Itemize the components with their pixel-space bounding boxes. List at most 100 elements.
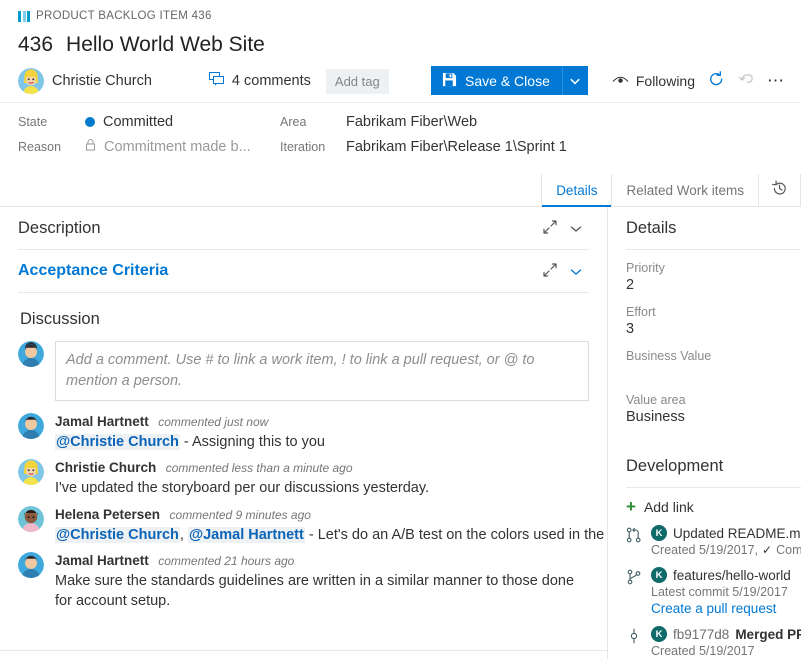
mention-link[interactable]: @Christie Church (55, 527, 180, 543)
acceptance-criteria-expand-button[interactable] (537, 258, 563, 284)
details-panel-title: Details (626, 207, 801, 250)
iteration-value: Fabrikam Fiber\Release 1\Sprint 1 (346, 139, 567, 155)
state-color-dot (85, 117, 95, 127)
work-item-title-row: 436 Hello World Web Site (18, 33, 801, 57)
dev-link-subtitle: Created 5/19/2017 (651, 644, 801, 658)
description-section-header: Description (18, 207, 589, 250)
state-field[interactable]: Committed (85, 114, 280, 130)
work-item-header: PRODUCT BACKLOG ITEM 436 436 Hello World… (0, 0, 801, 103)
tab-details-label: Details (556, 183, 597, 198)
save-and-close-button[interactable]: Save & Close (431, 66, 562, 95)
dev-link-title[interactable]: Merged PR 2: Up (735, 627, 801, 642)
work-item-title[interactable]: Hello World Web Site (66, 33, 265, 57)
comment-timestamp: commented 9 minutes ago (170, 508, 311, 522)
tab-strip: Details Related Work items (0, 174, 801, 207)
area-field[interactable]: Fabrikam Fiber\Web (346, 114, 801, 130)
right-column: Details Priority 2 Effort 3 Business Val… (608, 207, 801, 659)
chevron-down-icon (570, 264, 582, 279)
list-item[interactable]: K features/hello-world Latest commit 5/1… (626, 567, 801, 616)
avatar (18, 413, 44, 439)
check-icon: ✓ (762, 543, 772, 557)
avatar (18, 341, 44, 367)
work-item-toolbar: Save & Close Following (431, 66, 791, 95)
details-field-value-area: Value area Business (626, 393, 801, 426)
comment-timestamp: commented 21 hours ago (158, 554, 294, 568)
tab-related-work-items[interactable]: Related Work items (612, 174, 759, 206)
commit-hash: fb9177d8 (673, 627, 729, 642)
reason-label: Reason (18, 140, 85, 154)
dev-link-title[interactable]: Updated README.md (673, 526, 801, 541)
comment-text-part: I've updated the storyboard per our disc… (55, 480, 429, 496)
comment-author: Helena Petersen (55, 507, 160, 522)
comment-list: Jamal Hartnett commented just now @Chris… (18, 413, 589, 611)
dev-link-subtitle: Latest commit 5/19/2017 (651, 585, 791, 599)
chevron-down-icon (570, 221, 582, 236)
description-expand-button[interactable] (537, 215, 563, 241)
create-pull-request-link[interactable]: Create a pull request (651, 601, 791, 616)
work-item-type-label: PRODUCT BACKLOG ITEM 436 (36, 10, 212, 22)
effort-value[interactable]: 3 (626, 321, 801, 338)
comment-text-part: Make sure the standards guidelines are w… (55, 573, 574, 609)
comment-text: Make sure the standards guidelines are w… (55, 571, 589, 612)
left-column: Description Acceptance Crite (0, 207, 608, 659)
iteration-field[interactable]: Fabrikam Fiber\Release 1\Sprint 1 (346, 139, 801, 155)
expand-icon (543, 263, 557, 280)
mention-link[interactable]: @Jamal Hartnett (188, 527, 305, 543)
refresh-button[interactable] (701, 67, 731, 95)
business-value-value[interactable] (626, 365, 801, 382)
dev-link-created: Created 5/19/2017, (651, 543, 758, 557)
plus-icon: + (626, 498, 636, 515)
commit-icon (626, 626, 644, 658)
description-collapse-button[interactable] (563, 215, 589, 241)
work-item-type-row: PRODUCT BACKLOG ITEM 436 (18, 8, 801, 24)
expand-icon (543, 220, 557, 237)
add-tag-button[interactable]: Add tag (326, 69, 389, 94)
list-item: Helena Petersen commented 9 minutes ago … (18, 506, 589, 545)
value-area-label: Value area (626, 393, 801, 407)
mention-link[interactable]: @Christie Church (55, 434, 180, 450)
add-link-button[interactable]: + Add link (626, 498, 801, 515)
area-label: Area (280, 115, 346, 129)
business-value-label: Business Value (626, 349, 801, 363)
comment-text: @Christie Church, @Jamal Hartnett - Let'… (55, 525, 589, 545)
work-item-meta-row: Christie Church 4 comments Add tag (18, 68, 801, 94)
more-actions-button[interactable]: ⋯ (761, 67, 791, 95)
assigned-to-name: Christie Church (52, 73, 152, 89)
value-area-value[interactable]: Business (626, 409, 801, 426)
description-title: Description (18, 219, 537, 238)
backlog-item-icon (18, 11, 30, 22)
following-button[interactable]: Following (606, 73, 701, 89)
chevron-down-icon (570, 73, 580, 88)
save-options-dropdown[interactable] (562, 66, 588, 95)
acceptance-criteria-collapse-button[interactable] (563, 258, 589, 284)
undo-icon (738, 71, 755, 91)
priority-value[interactable]: 2 (626, 277, 801, 294)
list-item[interactable]: K fb9177d8 Merged PR 2: Up Created 5/19/… (626, 626, 801, 658)
development-panel-title: Development (626, 445, 801, 488)
acceptance-criteria-title[interactable]: Acceptance Criteria (18, 262, 537, 280)
area-value: Fabrikam Fiber\Web (346, 114, 477, 130)
tab-history[interactable] (759, 174, 801, 206)
refresh-icon (708, 71, 725, 91)
details-field-effort: Effort 3 (626, 305, 801, 338)
comment-text: I've updated the storyboard per our disc… (55, 478, 589, 498)
iteration-label: Iteration (280, 140, 346, 154)
comment-timestamp: commented just now (158, 415, 268, 429)
dev-link-subtitle: Created 5/19/2017, ✓ Comple (651, 543, 801, 557)
list-item[interactable]: K Updated README.md Created 5/19/2017, ✓… (626, 525, 801, 557)
dev-link-created: Created 5/19/2017 (651, 644, 755, 658)
comments-count-link[interactable]: 4 comments (209, 72, 311, 90)
effort-label: Effort (626, 305, 801, 319)
eye-icon (612, 73, 629, 89)
repo-badge: K (651, 626, 667, 642)
comment-timestamp: commented less than a minute ago (166, 461, 353, 475)
comment-composer: Add a comment. Use # to link a work item… (18, 341, 589, 401)
history-icon (771, 180, 788, 200)
dev-link-title[interactable]: features/hello-world (673, 568, 791, 583)
tab-details[interactable]: Details (541, 174, 612, 206)
comment-input[interactable]: Add a comment. Use # to link a work item… (55, 341, 589, 401)
discussion-title: Discussion (20, 310, 589, 329)
comment-text-part: - Assigning this to you (180, 434, 325, 450)
assigned-to-field[interactable]: Christie Church (18, 68, 152, 94)
undo-button[interactable] (731, 67, 761, 95)
